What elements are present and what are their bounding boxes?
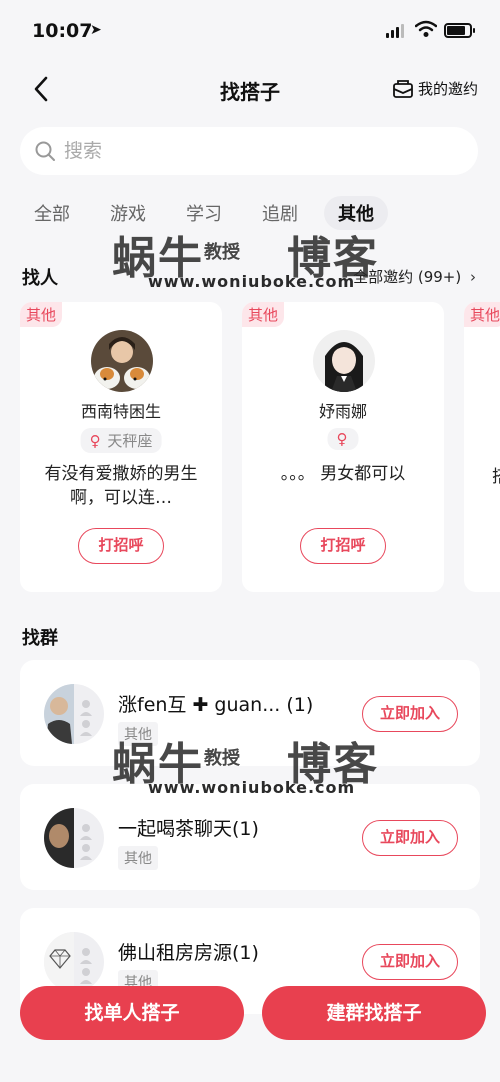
tab-other[interactable]: 其他 [324, 196, 388, 230]
my-invites-button[interactable]: 我的邀约 [392, 78, 478, 99]
person-message: 有没有爱撒娇的男生啊，可以连… [44, 464, 198, 508]
tab-games[interactable]: 游戏 [96, 196, 160, 230]
category-tabs: 全部 游戏 学习 追剧 其他 [20, 196, 400, 230]
signal-icon [386, 24, 404, 38]
group-avatar [44, 932, 104, 992]
search-input[interactable] [64, 140, 444, 162]
join-button[interactable]: 立即加入 [362, 696, 458, 732]
zodiac-label: 天秤座 [107, 432, 153, 450]
watermark-text: 教授 [204, 242, 240, 263]
search-bar[interactable] [20, 127, 478, 175]
category-tag: 其他 [464, 302, 500, 327]
all-invites-label: 全部邀约 (99+) [353, 268, 462, 286]
envelope-icon [393, 79, 413, 98]
watermark-text: 蜗牛 [112, 233, 204, 284]
avatar[interactable] [313, 330, 375, 392]
female-icon: ♀ [89, 432, 101, 450]
person-placeholder-icon [80, 700, 92, 736]
avatar[interactable] [91, 330, 153, 392]
group-name: 一起喝茶聊天(1) [118, 818, 259, 840]
person-name: 妤雨娜 [318, 402, 367, 421]
group-name: 涨fen互 ✚ guan... (1) [118, 694, 314, 716]
person-placeholder-icon [80, 824, 92, 860]
group-avatar [44, 684, 104, 744]
person-name: 西南特困生 [80, 402, 161, 421]
chevron-right-icon: › [470, 268, 476, 286]
tab-all[interactable]: 全部 [20, 196, 84, 230]
category-tag: 其他 [242, 302, 285, 327]
find-group-title: 找群 [22, 628, 58, 649]
my-invites-label: 我的邀约 [417, 80, 478, 98]
group-tag: 其他 [118, 722, 158, 746]
watermark-url: www.woniuboke.com [148, 272, 356, 291]
create-group-button[interactable]: 建群找搭子 [262, 986, 486, 1040]
person-message: 。。。 男女都可以 [280, 464, 406, 484]
join-button[interactable]: 立即加入 [362, 820, 458, 856]
group-tag: 其他 [118, 846, 158, 870]
gender-zodiac-badge: ♀ 天秤座 [80, 428, 162, 453]
tab-study[interactable]: 学习 [172, 196, 236, 230]
person-card[interactable]: 其他 搭 [464, 302, 500, 592]
group-list-item[interactable]: 涨fen互 ✚ guan... (1) 其他 立即加入 [20, 660, 480, 766]
wifi-icon [415, 20, 437, 37]
greet-button[interactable]: 打招呼 [78, 528, 164, 564]
female-icon: ♀ [336, 430, 348, 448]
all-invites-link[interactable]: 全部邀约 (99+) › [353, 266, 476, 287]
search-icon [35, 141, 55, 161]
status-time: 10:07 [32, 20, 93, 42]
person-card[interactable]: 其他 妤雨娜 ♀ 。。。 男女都可以 打招呼 [242, 302, 444, 592]
person-placeholder-icon [80, 948, 92, 984]
person-card[interactable]: 其他 西南特困生 ♀ 天秤座 有没有爱撒娇的男生啊，可以连… 打招呼 [20, 302, 222, 592]
find-single-partner-button[interactable]: 找单人搭子 [20, 986, 244, 1040]
join-button[interactable]: 立即加入 [362, 944, 458, 980]
location-arrow-icon: ➤ [90, 22, 102, 38]
group-list-item[interactable]: 一起喝茶聊天(1) 其他 立即加入 [20, 784, 480, 890]
find-people-title: 找人 [22, 268, 58, 289]
category-tag: 其他 [20, 302, 63, 327]
person-message-fragment: 搭 [492, 462, 500, 487]
watermark: 蜗牛 教授 博客 www.woniuboke.com [112, 222, 402, 302]
person-card-carousel[interactable]: 其他 西南特困生 ♀ 天秤座 有没有爱撒娇的男生啊，可以连… 打招呼 其他 妤雨… [20, 302, 500, 592]
back-chevron-icon[interactable] [28, 72, 58, 106]
gender-badge: ♀ [327, 428, 359, 450]
group-name: 佛山租房房源(1) [118, 942, 259, 964]
group-avatar [44, 808, 104, 868]
battery-icon [444, 23, 475, 38]
tab-drama[interactable]: 追剧 [248, 196, 312, 230]
greet-button[interactable]: 打招呼 [300, 528, 386, 564]
status-bar: 10:07 ➤ [0, 0, 500, 60]
